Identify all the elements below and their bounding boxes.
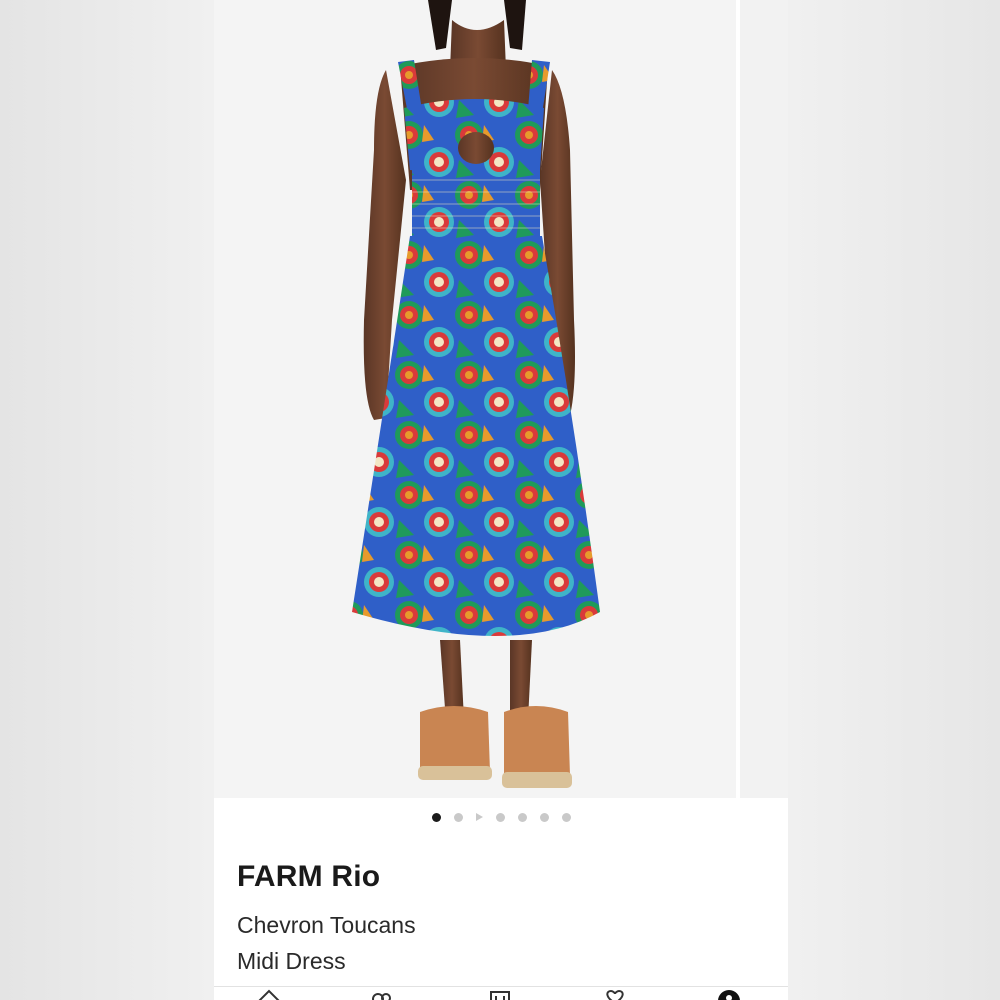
account-icon[interactable] [714, 989, 744, 1000]
product-name: Chevron Toucans Midi Dress [237, 907, 637, 979]
home-icon[interactable] [254, 989, 284, 1000]
app-screen: FARM Rio Chevron Toucans Midi Dress [214, 0, 788, 1000]
video-play-icon[interactable] [475, 813, 483, 821]
calendar-icon[interactable] [485, 989, 515, 1000]
product-brand[interactable]: FARM Rio [237, 860, 380, 894]
pager-dot[interactable] [495, 812, 505, 822]
pager-dot-active[interactable] [431, 812, 441, 822]
people-icon[interactable] [366, 989, 396, 1000]
product-image-carousel[interactable] [214, 0, 788, 798]
product-name-line1: Chevron Toucans [237, 912, 416, 938]
pager-dot[interactable] [539, 812, 549, 822]
carousel-pager [214, 806, 788, 828]
pager-dot[interactable] [561, 812, 571, 822]
next-image-peek[interactable] [740, 0, 788, 798]
pager-dot[interactable] [453, 812, 463, 822]
product-image[interactable] [214, 0, 736, 798]
model-wearing-dress-illustration [352, 0, 600, 788]
product-name-line2: Midi Dress [237, 948, 346, 974]
heart-icon[interactable] [600, 989, 630, 1000]
backdrop-left [0, 0, 214, 1000]
backdrop-right [788, 0, 1000, 1000]
bottom-tab-bar [214, 986, 788, 1000]
pager-dot[interactable] [517, 812, 527, 822]
